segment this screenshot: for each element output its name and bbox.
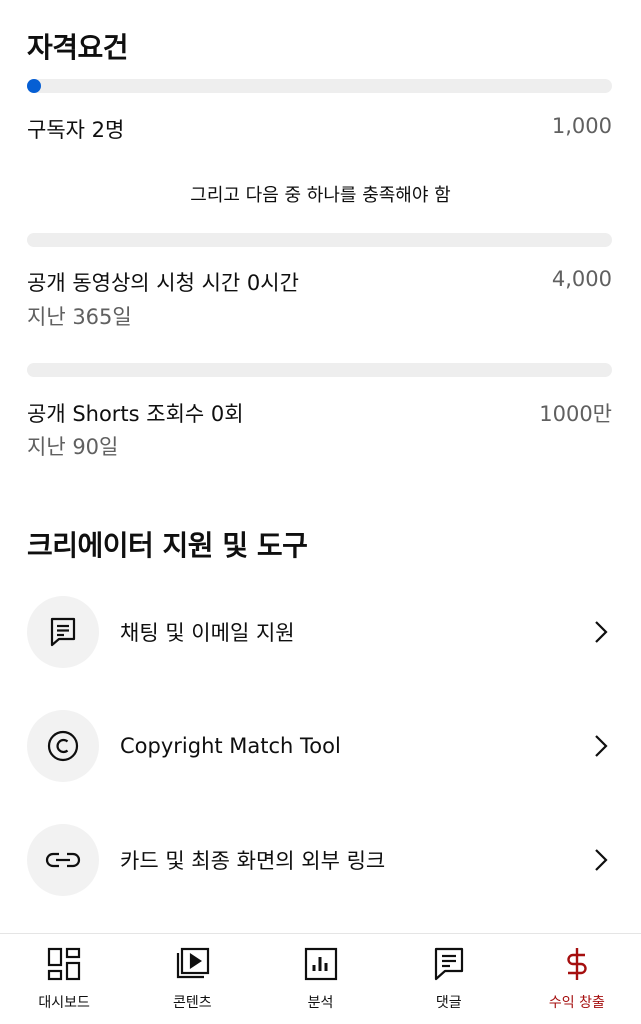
tool-row-copyright-match[interactable]: Copyright Match Tool (0, 701, 641, 791)
nav-item-content[interactable]: 콘텐츠 (128, 934, 256, 1024)
content-icon (172, 944, 212, 984)
shorts-views-progress-bar (27, 363, 612, 377)
bottom-navigation: 대시보드 콘텐츠 분석 댓글 수익 창출 (0, 933, 641, 1024)
subscribers-progress-indicator (27, 79, 41, 93)
chat-support-icon (27, 596, 99, 668)
subscribers-requirement-label: 구독자 2명 (27, 118, 125, 142)
nav-item-dashboard[interactable]: 대시보드 (0, 934, 128, 1024)
subscribers-target-value: 1,000 (551, 114, 612, 138)
watch-hours-period: 지난 365일 (27, 305, 132, 329)
creator-tools-title: 크리에이터 지원 및 도구 (27, 529, 308, 562)
chevron-right-icon (591, 732, 611, 760)
shorts-views-requirement-label: 공개 Shorts 조회수 0회 (27, 402, 244, 426)
nav-label-analytics: 분석 (307, 995, 334, 1011)
copyright-icon (27, 710, 99, 782)
earn-icon (557, 944, 597, 984)
shorts-views-target-value: 1000만 (539, 402, 612, 426)
chevron-right-icon (591, 618, 611, 646)
nav-item-earn[interactable]: 수익 창출 (513, 934, 641, 1024)
watch-hours-progress-bar (27, 233, 612, 247)
watch-hours-requirement-label: 공개 동영상의 시청 시간 0시간 (27, 271, 299, 295)
watch-hours-target-value: 4,000 (551, 267, 612, 291)
comments-icon (429, 944, 469, 984)
subscribers-progress-bar (27, 79, 612, 93)
tool-label-copyright-match: Copyright Match Tool (120, 734, 341, 758)
nav-item-comments[interactable]: 댓글 (385, 934, 513, 1024)
nav-item-analytics[interactable]: 분석 (256, 934, 384, 1024)
link-icon (27, 824, 99, 896)
tool-label-chat-email-support: 채팅 및 이메일 지원 (120, 621, 295, 645)
nav-label-comments: 댓글 (435, 995, 462, 1011)
dashboard-icon (44, 944, 84, 984)
nav-label-dashboard: 대시보드 (38, 995, 90, 1011)
requirement-conjunction-text: 그리고 다음 중 하나를 충족해야 함 (190, 185, 451, 206)
shorts-views-period: 지난 90일 (27, 435, 119, 459)
nav-label-content: 콘텐츠 (172, 995, 212, 1011)
nav-label-earn: 수익 창출 (548, 995, 605, 1011)
analytics-icon (301, 944, 341, 984)
tool-label-external-links: 카드 및 최종 화면의 외부 링크 (120, 849, 386, 873)
chevron-right-icon (591, 846, 611, 874)
tool-row-external-links[interactable]: 카드 및 최종 화면의 외부 링크 (0, 815, 641, 905)
tool-row-chat-email-support[interactable]: 채팅 및 이메일 지원 (0, 587, 641, 677)
eligibility-title: 자격요건 (27, 31, 129, 64)
